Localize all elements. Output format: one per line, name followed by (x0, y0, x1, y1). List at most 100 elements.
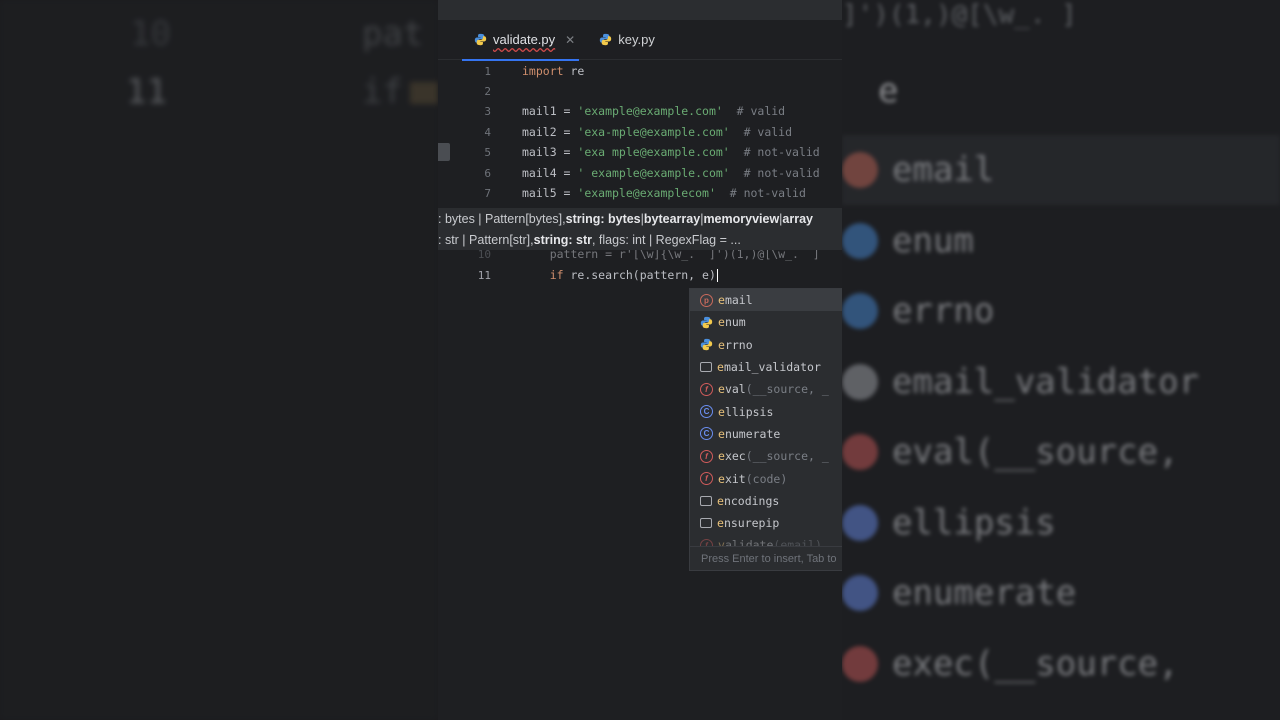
package-icon (700, 495, 712, 506)
bg-completion-item: errno (842, 276, 994, 346)
bg-completion-item: email (842, 135, 994, 205)
bg-completion-item: ellipsis (842, 488, 1056, 558)
completion-item[interactable]: f e xec (__source, _ (690, 445, 842, 467)
comment: # valid (729, 125, 793, 139)
bg-item-icon (842, 293, 878, 329)
completion-item[interactable]: Ce numerate (690, 423, 842, 445)
python-module-icon (700, 316, 713, 329)
completion-item[interactable]: e ncodings (690, 490, 842, 512)
bg-item-label: email (892, 150, 995, 190)
title-bar (438, 0, 842, 20)
string-literal: 'exa mple@example.com' (577, 145, 730, 159)
completion-label: mail (724, 293, 753, 308)
hint-current-param: bytearray (643, 211, 701, 226)
package-icon (700, 362, 712, 373)
comment: # not-valid (729, 145, 820, 159)
completion-label: xit (724, 471, 746, 486)
hint-current-param: memoryview (703, 211, 780, 226)
hint-current-param: string: str (533, 232, 592, 247)
function-icon: f (700, 382, 713, 396)
bg-item-label: email_validator (892, 361, 1200, 402)
completion-item[interactable]: Ce llipsis (690, 400, 842, 422)
completion-item[interactable]: e num (690, 311, 842, 333)
code-line-11: 11 if re.search(pattern, e) (438, 265, 842, 285)
tab-validate-label: validate.py (493, 32, 556, 47)
line-number: 1 (484, 64, 491, 78)
bg-item-icon (842, 575, 878, 611)
completion-match: e (718, 315, 725, 330)
code-text: mail2 = (522, 125, 578, 139)
bg-completion-item: enumerate (842, 558, 1076, 628)
close-icon[interactable]: ✕ (565, 33, 575, 47)
bg-highlight (410, 82, 438, 104)
hint-text: : str | Pattern[str], (438, 232, 534, 247)
text-caret (716, 269, 719, 282)
bg-top-code: ]')(1,)@[\w_. ] (842, 0, 1077, 30)
bg-item-label: errno (892, 291, 995, 331)
completion-item[interactable]: p e mail (690, 289, 842, 312)
bg-item-icon (842, 363, 878, 400)
parameter-info-row-1: : bytes | Pattern[bytes], string: bytes … (438, 208, 842, 229)
bg-item-icon (842, 434, 878, 470)
tab-validate-py[interactable]: validate.py ✕ (461, 20, 585, 61)
completion-label: nsurepip (723, 516, 780, 531)
completion-match: e (718, 293, 725, 308)
completion-label: llipsis (724, 404, 774, 419)
python-module-icon (700, 339, 713, 351)
hint-current-param: string: bytes (565, 211, 641, 226)
class-icon: C (700, 427, 713, 441)
function-icon: f (700, 449, 713, 463)
completion-item[interactable]: f e val (__source, _ (690, 378, 842, 400)
code-text: re.search(pattern, e (563, 268, 709, 282)
completion-item[interactable]: f e xit (code) (690, 467, 842, 489)
line-number: 4 (484, 125, 491, 139)
package-icon (700, 518, 712, 529)
completion-match: e (718, 471, 725, 486)
hint-text: : bytes | Pattern[bytes], (438, 211, 566, 226)
code-text: mail4 = (522, 166, 578, 180)
keyword: import (522, 64, 564, 78)
python-file-icon (600, 33, 612, 46)
line-number: 2 (484, 84, 491, 98)
completion-label: numerate (724, 426, 781, 441)
comment: # not-valid (729, 166, 820, 180)
code-text: re (563, 64, 585, 78)
completion-signature: (__source, _ (745, 449, 829, 464)
bg-completion-item: eval(__source, (842, 417, 1179, 487)
completion-match: e (717, 493, 724, 508)
completion-item[interactable]: e rrno (690, 334, 842, 356)
completion-label: val (724, 382, 746, 397)
completion-item[interactable]: e nsurepip (690, 512, 842, 534)
bg-cur-code: e (878, 71, 899, 111)
tab-key-py[interactable]: key.py (589, 20, 665, 60)
completion-footer: Press Enter to insert, Tab to (690, 546, 842, 570)
class-icon: C (700, 405, 713, 419)
tab-key-label: key.py (618, 32, 655, 47)
code-line-4: 4 mail2 = 'exa-mple@example.com' # valid (438, 122, 842, 142)
completion-match: e (718, 426, 725, 441)
completion-label: mail_validator (723, 360, 821, 375)
completion-label: ncodings (723, 493, 780, 508)
bg-item-label: eval(__source, (892, 432, 1179, 472)
background-right-blur: ]')(1,)@[\w_. ] e email enum errno email_va… (842, 0, 1280, 720)
hint-text: , flags: int | RegexFlag = ... (591, 232, 741, 247)
bg-item-label: enum (892, 220, 974, 261)
background-left-blur: 10 pat 11 if (0, 0, 438, 720)
code-line-2: 2 (438, 81, 842, 101)
bg-completion-item: email_validator (842, 347, 1199, 417)
line-number: 6 (484, 166, 491, 180)
completion-list: p e mail e num e rrno e mail_validator f e val (__so… (690, 289, 842, 557)
parameter-icon: p (700, 293, 713, 307)
completion-match: e (718, 404, 725, 419)
code-line-1: 1 import re (438, 61, 842, 81)
completion-popup[interactable]: p e mail e num e rrno e mail_validator f e val (__so… (689, 288, 842, 571)
python-file-icon (474, 33, 487, 46)
editor-window: validate.py ✕ key.py 1 import re 2 3 mai… (438, 0, 842, 720)
bg-line-number-10: 10 (130, 14, 171, 54)
completion-label: xec (724, 449, 746, 464)
completion-match: e (718, 337, 725, 352)
completion-match: e (718, 382, 725, 397)
string-literal: 'example@examplecom' (577, 186, 716, 200)
bg-line-number-11: 11 (126, 72, 167, 112)
completion-item[interactable]: e mail_validator (690, 356, 842, 378)
